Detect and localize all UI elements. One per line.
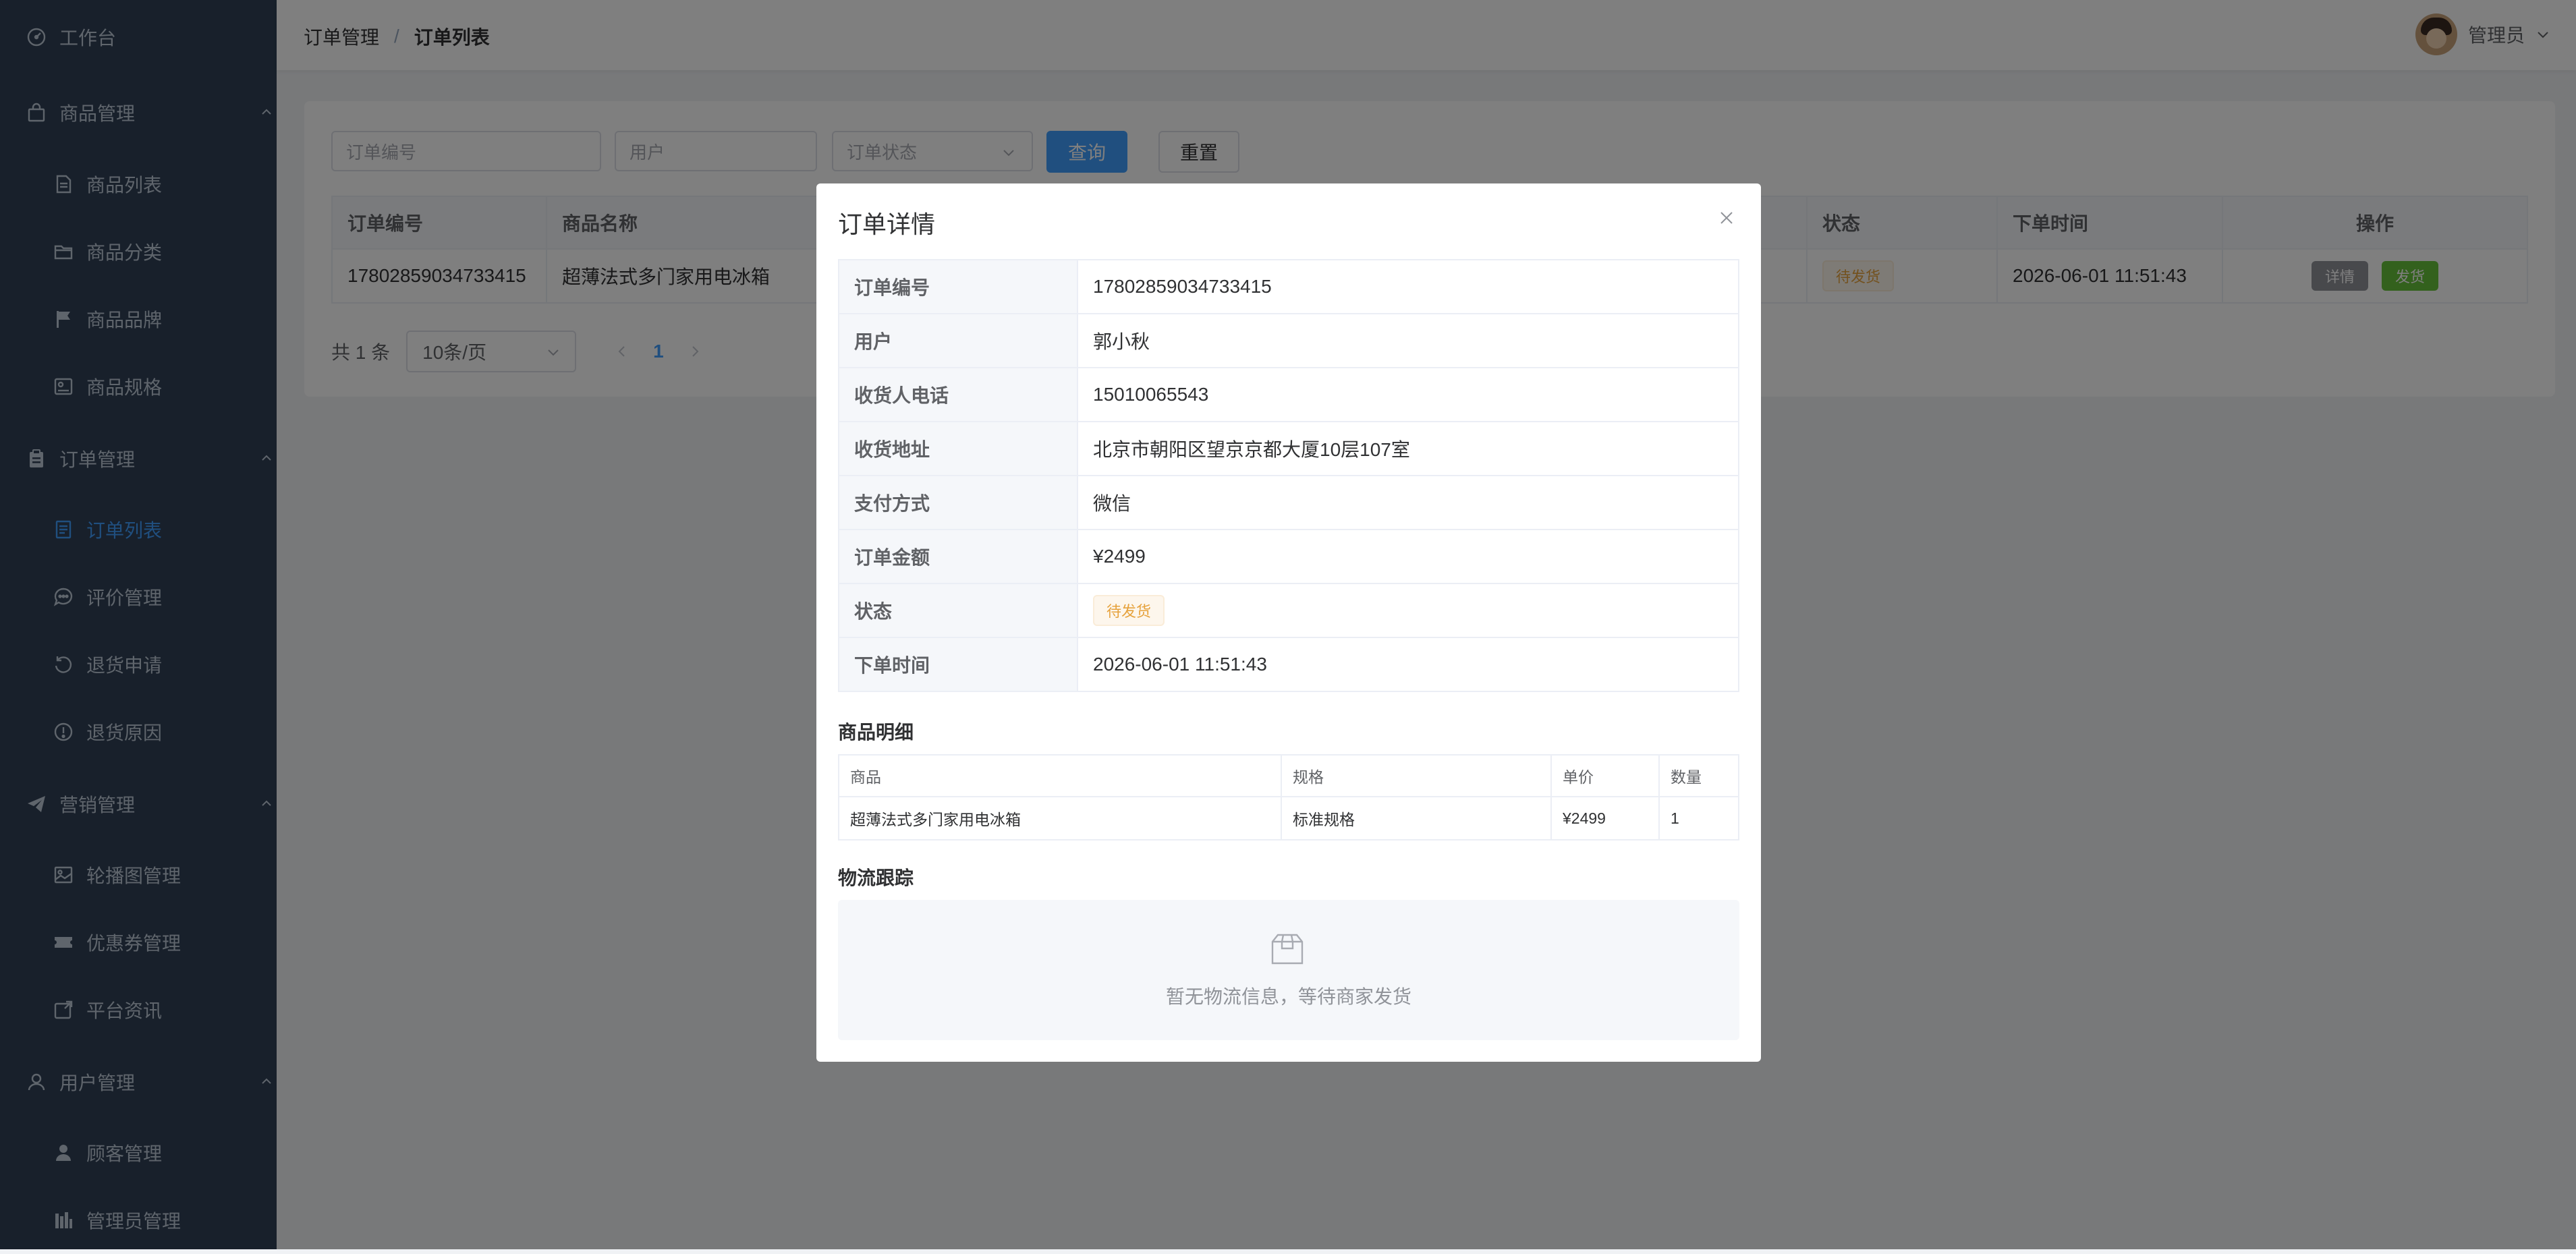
goods-header-row: 商品 规格 单价 数量 <box>839 756 1738 797</box>
desc-value: 微信 <box>1093 493 1131 514</box>
desc-label: 收货人电话 <box>839 368 1078 421</box>
desc-value: 17802859034733415 <box>1093 276 1272 297</box>
desc-row: 收货人电话 15010065543 <box>839 368 1738 422</box>
goods-column-header: 规格 <box>1282 756 1552 796</box>
goods-cell: ¥2499 <box>1552 797 1660 839</box>
close-icon[interactable] <box>1716 208 1737 228</box>
desc-label: 收货地址 <box>839 422 1078 475</box>
goods-cell: 1 <box>1671 809 1679 827</box>
desc-label: 状态 <box>839 584 1078 637</box>
desc-row: 收货地址 北京市朝阳区望京京都大厦10层107室 <box>839 422 1738 476</box>
desc-row: 下单时间 2026-06-01 11:51:43 <box>839 638 1738 691</box>
desc-value: ¥2499 <box>1093 546 1146 567</box>
goods-section-title: 商品明细 <box>838 722 914 743</box>
desc-row: 状态 待发货 <box>839 584 1738 638</box>
goods-column-header: 商品 <box>839 756 1282 796</box>
status-badge: 待发货 <box>1093 595 1165 626</box>
dialog-title: 订单详情 <box>838 210 936 238</box>
box-icon <box>1271 934 1304 965</box>
desc-row: 用户 郭小秋 <box>839 314 1738 368</box>
logistics-section-title: 物流跟踪 <box>838 867 914 888</box>
desc-value: 15010065543 <box>1093 384 1209 405</box>
logistics-empty-text: 暂无物流信息，等待商家发货 <box>1165 986 1411 1007</box>
desc-value: 待发货 <box>1078 584 1738 637</box>
desc-value: 2026-06-01 11:51:43 <box>1093 654 1267 675</box>
logistics-empty-panel: 暂无物流信息，等待商家发货 <box>838 900 1739 1040</box>
desc-row: 订单编号 17802859034733415 <box>839 260 1738 314</box>
goods-cell: 标准规格 <box>1282 797 1552 839</box>
desc-row: 订单金额 ¥2499 <box>839 530 1738 584</box>
desc-label: 订单金额 <box>839 530 1078 583</box>
order-detail-dialog: 订单详情 订单编号 17802859034733415 用户 郭小秋 收货人电话 15… <box>816 183 1761 1062</box>
desc-label: 用户 <box>839 314 1078 367</box>
desc-label: 订单编号 <box>839 260 1078 313</box>
desc-label: 支付方式 <box>839 476 1078 529</box>
desc-row: 支付方式 微信 <box>839 476 1738 530</box>
goods-column-header: 单价 <box>1552 756 1660 796</box>
goods-cell: 超薄法式多门家用电冰箱 <box>839 797 1282 839</box>
order-descriptions: 订单编号 17802859034733415 用户 郭小秋 收货人电话 1501006… <box>838 259 1739 692</box>
goods-column-header: 数量 <box>1671 768 1702 786</box>
desc-value: 北京市朝阳区望京京都大厦10层107室 <box>1093 439 1410 460</box>
desc-label: 下单时间 <box>839 638 1078 691</box>
goods-row: 超薄法式多门家用电冰箱 标准规格 ¥2499 1 <box>839 797 1738 839</box>
goods-table: 商品 规格 单价 数量 超薄法式多门家用电冰箱 标准规格 ¥2499 1 <box>838 754 1739 840</box>
desc-value: 郭小秋 <box>1093 331 1150 352</box>
